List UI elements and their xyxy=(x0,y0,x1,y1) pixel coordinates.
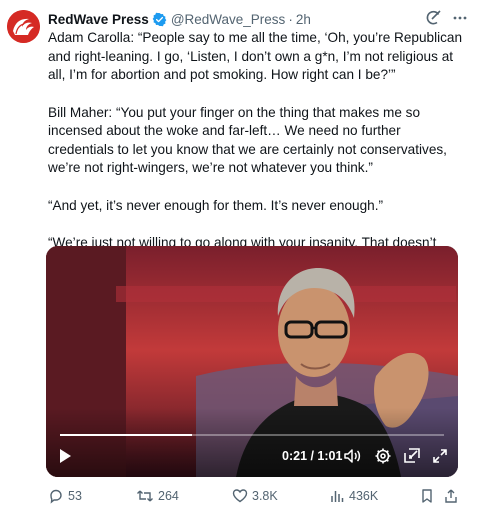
repost-count: 264 xyxy=(158,489,179,503)
verified-badge-icon xyxy=(152,12,167,26)
avatar[interactable] xyxy=(7,10,40,43)
tweet-header: RedWave Press @RedWave_Press · 2h xyxy=(48,10,311,28)
views-button[interactable]: 436K xyxy=(329,486,378,506)
bookmark-icon xyxy=(422,489,432,503)
bookmark-button[interactable] xyxy=(420,486,434,506)
like-count: 3.8K xyxy=(252,489,278,503)
separator-dot: · xyxy=(288,11,293,27)
paragraph-2: Bill Maher: “You put your finger on the … xyxy=(48,104,447,176)
timestamp[interactable]: 2h xyxy=(296,12,311,27)
video-controls: 0:21 / 1:01 xyxy=(46,442,458,470)
tweet[interactable]: RedWave Press @RedWave_Press · 2h Adam C… xyxy=(0,0,480,514)
repost-icon xyxy=(137,490,153,502)
share-icon xyxy=(445,489,457,503)
more-icon[interactable] xyxy=(452,10,468,26)
author-name[interactable]: RedWave Press xyxy=(48,12,149,27)
tweet-actions: 53 264 3.8K 436K xyxy=(48,486,460,506)
volume-icon[interactable] xyxy=(343,447,361,465)
video-timecode: 0:21 / 1:01 xyxy=(282,449,343,463)
reply-count: 53 xyxy=(68,489,82,503)
redwave-logo-icon xyxy=(7,10,40,43)
share-button[interactable] xyxy=(444,486,458,506)
video-player[interactable]: 0:21 / 1:01 xyxy=(46,246,458,477)
fullscreen-icon[interactable] xyxy=(431,447,449,465)
views-icon xyxy=(331,491,344,502)
pip-icon[interactable] xyxy=(403,447,421,465)
play-icon[interactable] xyxy=(58,448,72,464)
like-button[interactable]: 3.8K xyxy=(232,486,278,506)
repost-button[interactable]: 264 xyxy=(136,486,179,506)
video-progress-bar[interactable] xyxy=(60,434,444,436)
views-count: 436K xyxy=(349,489,379,503)
like-icon xyxy=(232,489,248,503)
paragraph-1: Adam Carolla: “People say to me all the … xyxy=(48,30,463,82)
author-handle[interactable]: @RedWave_Press xyxy=(171,12,286,27)
header-actions xyxy=(424,9,468,27)
reply-button[interactable]: 53 xyxy=(48,486,82,506)
video-progress-fill xyxy=(60,434,193,436)
grok-icon[interactable] xyxy=(424,9,442,27)
paragraph-3: “And yet, it’s never enough for them. It… xyxy=(48,197,384,213)
reply-icon xyxy=(50,489,62,504)
settings-icon[interactable] xyxy=(374,447,392,465)
